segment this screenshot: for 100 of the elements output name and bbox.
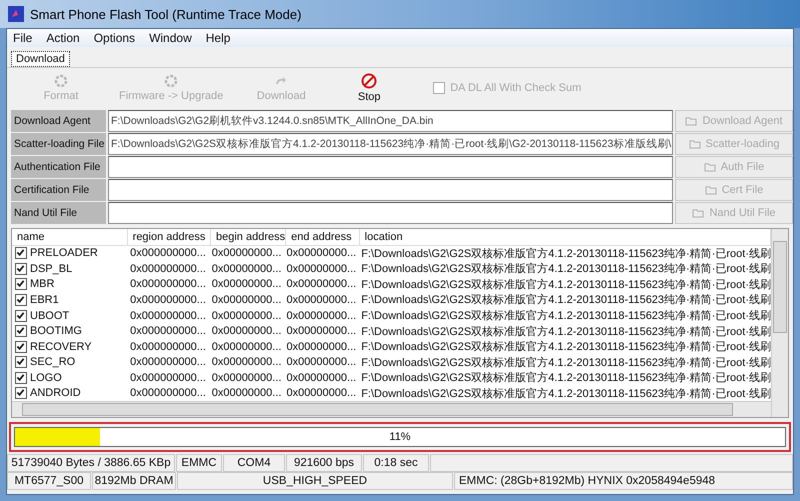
folder-icon [692, 208, 706, 218]
partition-name: ANDROID [30, 387, 81, 400]
horizontal-scrollbar[interactable] [12, 401, 771, 418]
partition-name: LOGO [30, 372, 62, 384]
file-path-field[interactable] [108, 179, 673, 201]
table-cell-text: 0x00000000... [210, 308, 282, 324]
table-cell-text: F:\Downloads\G2\G2S双核标准版官方4.1.2-20130118-115623纯净·精简·已root·线刷 [360, 386, 771, 402]
table-cell-text: 0x00000000... [285, 246, 356, 262]
menu-item[interactable]: Help [206, 31, 230, 45]
status-field: 8192Mb DRAM [92, 472, 176, 490]
table-cell-text: 0x00000000... [210, 277, 282, 292]
vertical-scrollbar[interactable] [771, 229, 788, 417]
file-label: Download Agent [11, 110, 106, 132]
app-icon [8, 6, 24, 22]
table-cell-text: 0x00000000... [285, 308, 356, 324]
table-cell-text: 0x000000000... [129, 277, 207, 292]
status-field: COM4 [223, 454, 285, 472]
table-cell-text: 0x000000000... [129, 370, 207, 386]
row-checkbox[interactable] [15, 325, 27, 338]
table-cell-text: F:\Downloads\G2\G2S双核标准版官方4.1.2-20130118-115623纯净·精简·已root·线刷 [360, 308, 771, 324]
partition-name: SEC_RO [30, 356, 76, 368]
file-path-field[interactable] [108, 202, 673, 224]
partition-name: PRELOADER [30, 247, 98, 260]
table-cell-text: 0x00000000... [285, 340, 356, 354]
table-cell-text: F:\Downloads\G2\G2S双核标准版官方4.1.2-20130118-115623纯净·精简·已root·线刷 [360, 292, 771, 308]
table-cell-text: F:\Downloads\G2\G2S双核标准版官方4.1.2-20130118-115623纯净·精简·已root·线刷 [360, 246, 771, 262]
status-field: EMMC [176, 454, 222, 472]
table-cell-text: 0x00000000... [210, 262, 282, 277]
table-cell-text: 0x000000000... [129, 355, 207, 370]
table-cell-text: 0x00000000... [210, 292, 282, 308]
folder-icon [688, 139, 702, 149]
column-header[interactable]: begin address [211, 229, 286, 245]
partition-name: UBOOT [30, 310, 70, 322]
table-cell-text: 0x000000000... [129, 292, 207, 308]
table-cell-text: 0x00000000... [210, 340, 282, 354]
table-cell-text: 0x00000000... [210, 355, 282, 370]
row-checkbox[interactable] [15, 278, 27, 290]
status-field: EMMC: (28Gb+8192Mb) HYNIX 0x2058494e5948 [454, 472, 793, 490]
table-cell-text: F:\Downloads\G2\G2S双核标准版官方4.1.2-20130118-115623纯净·精简·已root·线刷 [360, 262, 771, 277]
table-cell-text: F:\Downloads\G2\G2S双核标准版官方4.1.2-20130118-115623纯净·精简·已root·线刷 [360, 278, 771, 292]
partition-name: EBR1 [30, 294, 59, 306]
file-label: Scatter-loading File [11, 133, 106, 155]
column-header[interactable]: end address [286, 229, 360, 245]
status-field: 921600 bps [286, 454, 362, 472]
row-checkbox[interactable] [15, 310, 27, 322]
partition-name: MBR [30, 278, 54, 290]
file-label: Nand Util File [11, 202, 106, 224]
row-checkbox[interactable] [15, 262, 27, 275]
partition-name: DSP_BL [30, 262, 72, 275]
file-label: Certification File [11, 179, 106, 201]
column-header[interactable]: region address [128, 229, 211, 245]
table-cell-text: 0x00000000... [210, 386, 282, 402]
table-cell-text: 0x000000000... [129, 386, 207, 402]
folder-icon [685, 116, 698, 126]
file-path-field[interactable] [108, 156, 673, 178]
menu-item[interactable]: File [13, 31, 32, 45]
tab[interactable]: Download [11, 51, 70, 67]
row-checkbox[interactable] [15, 387, 27, 400]
row-checkbox[interactable] [15, 356, 27, 368]
table-cell-text: 0x00000000... [285, 370, 356, 386]
table-cell-text: F:\Downloads\G2\G2S双核标准版官方4.1.2-20130118-115623纯净·精简·已root·线刷 [360, 370, 771, 386]
table-cell-text: 0x00000000... [210, 324, 282, 339]
column-header[interactable]: name [12, 229, 128, 245]
table-cell-text: 0x000000000... [129, 324, 207, 339]
status-field: 0:18 sec [363, 454, 429, 472]
status-field: 51739040 Bytes / 3886.65 KBp [7, 454, 175, 472]
table-cell-text: 0x000000000... [129, 246, 207, 262]
menu-item[interactable]: Options [94, 31, 136, 45]
gear-icon [54, 74, 68, 88]
table-cell-text: 0x000000000... [129, 262, 207, 277]
table-cell-text: 0x00000000... [285, 386, 356, 402]
table-cell-text: 0x00000000... [210, 370, 282, 386]
menu-item[interactable]: Action [46, 31, 80, 45]
file-label: Authentication File [11, 156, 106, 178]
table-cell-text: F:\Downloads\G2\G2S双核标准版官方4.1.2-20130118-115623纯净·精简·已root·线刷 [360, 324, 771, 339]
partition-name: RECOVERY [30, 340, 92, 353]
toolbar-button[interactable]: Stop [329, 71, 410, 105]
gear-icon [164, 74, 178, 88]
table-cell-text: 0x00000000... [285, 292, 356, 308]
status-field: MT6577_S00 [7, 472, 91, 490]
table-cell-text: F:\Downloads\G2\G2S双核标准版官方4.1.2-20130118-115623纯净·精简·已root·线刷 [360, 340, 771, 354]
row-checkbox[interactable] [15, 340, 27, 353]
stop-icon [361, 73, 378, 89]
menu-item[interactable]: Window [149, 31, 192, 45]
status-field: USB_HIGH_SPEED [177, 472, 453, 490]
table-cell-text: 0x00000000... [285, 355, 356, 370]
table-cell-text: F:\Downloads\G2\G2S双核标准版官方4.1.2-20130118-115623纯净·精简·已root·线刷 [360, 356, 771, 370]
folder-icon [704, 162, 717, 172]
folder-icon [704, 185, 718, 195]
table-cell-text: 0x00000000... [285, 324, 356, 339]
row-checkbox[interactable] [15, 247, 27, 260]
table-cell-text: 0x00000000... [210, 246, 282, 262]
window-title: Smart Phone Flash Tool (Runtime Trace Mode) [30, 6, 302, 22]
partition-name: BOOTIMG [30, 325, 82, 338]
row-checkbox[interactable] [15, 372, 27, 384]
table-cell-text: 0x000000000... [129, 340, 207, 354]
row-checkbox[interactable] [15, 294, 27, 306]
table-cell-text: 0x000000000... [129, 308, 207, 324]
table-cell-text: 0x00000000... [285, 277, 356, 292]
table-cell-text: 0x00000000... [285, 262, 356, 277]
